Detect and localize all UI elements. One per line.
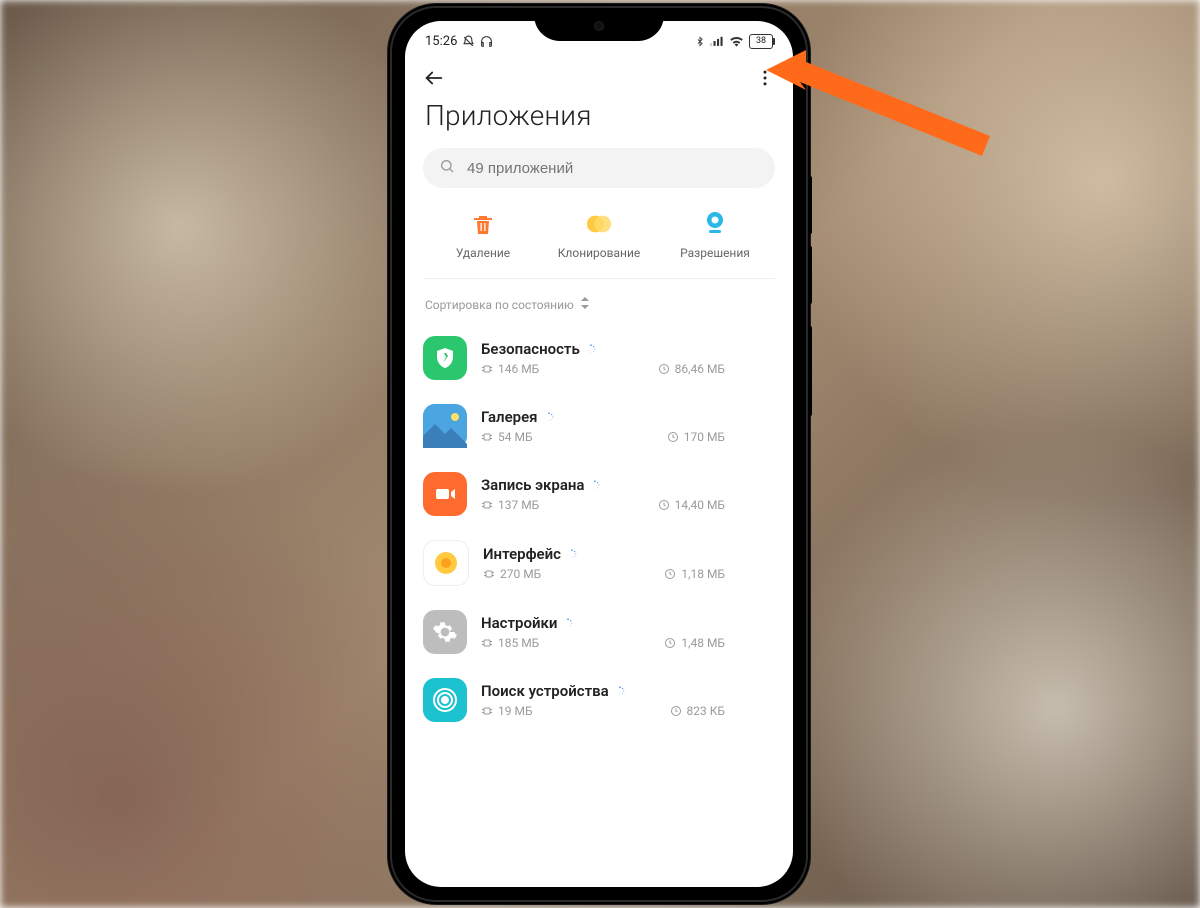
app-icon-settings [423,610,467,654]
search-icon [439,158,455,178]
clock-icon [664,568,676,580]
storage-size: 146 МБ [481,362,539,376]
more-options-button[interactable] [755,68,775,88]
app-icon-screenrec [423,472,467,516]
app-row-settings[interactable]: Настройки 185 МБ 1,48 МБ [423,598,775,666]
dnd-icon [462,35,475,48]
clone-icon [585,210,613,238]
sort-control[interactable]: Сортировка по состоянию [405,279,793,324]
chip-icon [481,431,493,443]
app-name-label: Галерея [481,408,538,426]
chip-icon [483,568,495,580]
data-size: 1,18 МБ [664,567,775,581]
loading-spinner-icon [563,618,573,628]
sort-arrows-icon [580,297,590,312]
loading-spinner-icon [544,412,554,422]
app-row-security[interactable]: Безопасность 146 МБ 86,46 МБ [423,324,775,392]
action-delete[interactable]: Удаление [426,210,541,260]
status-time: 15:26 [425,34,457,49]
storage-size: 54 МБ [481,430,533,444]
app-name-label: Безопасность [481,340,580,358]
chip-icon [481,499,493,511]
loading-spinner-icon [586,344,596,354]
storage-size: 270 МБ [483,567,541,581]
data-size: 86,46 МБ [658,362,775,376]
app-name-label: Поиск устройства [481,682,609,700]
page-title: Приложения [405,95,793,148]
app-name-label: Настройки [481,614,557,632]
app-icon-gallery [423,404,467,448]
app-row-screenrec[interactable]: Запись экрана 137 МБ 14,40 МБ [423,460,775,528]
phone-frame: 15:26 [390,6,808,902]
cellular-icon [710,35,724,47]
quick-actions: Удаление Клонирование Разрешения [405,188,793,278]
sort-label: Сортировка по состоянию [425,298,574,312]
permissions-icon [701,210,729,238]
app-row-find-device[interactable]: Поиск устройства 19 МБ 823 КБ [423,666,775,734]
loading-spinner-icon [615,686,625,696]
headphones-icon [480,35,493,48]
phone-screen: 15:26 [405,21,793,887]
volume-up-button [808,176,812,234]
search-bar[interactable] [423,148,775,188]
storage-size: 185 МБ [481,636,539,650]
volume-down-button [808,246,812,304]
battery-indicator: 38 [749,34,773,49]
search-input[interactable] [465,159,759,178]
loading-spinner-icon [567,549,577,559]
chip-icon [481,363,493,375]
loading-spinner-icon [590,480,600,490]
app-icon-interface [423,540,469,586]
data-size: 1,48 МБ [664,636,775,650]
app-icon-security [423,336,467,380]
data-size: 170 МБ [667,430,775,444]
clock-icon [658,363,670,375]
clock-icon [664,637,676,649]
clock-icon [658,499,670,511]
storage-size: 19 МБ [481,704,533,718]
app-name-label: Запись экрана [481,476,584,494]
data-size: 14,40 МБ [658,498,775,512]
app-name-label: Интерфейс [483,545,561,563]
display-notch [534,17,664,41]
chip-icon [481,637,493,649]
app-list: Безопасность 146 МБ 86,46 МБ Галерея [405,324,793,734]
trash-icon [469,210,497,238]
chip-icon [481,705,493,717]
wifi-icon [729,35,744,47]
app-icon-find-device [423,678,467,722]
action-delete-label: Удаление [456,246,510,260]
power-button [808,326,812,416]
clock-icon [667,431,679,443]
action-permissions[interactable]: Разрешения [658,210,773,260]
back-button[interactable] [423,67,445,89]
app-row-interface[interactable]: Интерфейс 270 МБ 1,18 МБ [423,528,775,598]
storage-size: 137 МБ [481,498,539,512]
app-header [405,53,793,95]
clock-icon [670,705,682,717]
app-row-gallery[interactable]: Галерея 54 МБ 170 МБ [423,392,775,460]
action-clone[interactable]: Клонирование [542,210,657,260]
bluetooth-icon [695,35,705,48]
data-size: 823 КБ [670,704,775,718]
action-permissions-label: Разрешения [680,246,750,260]
action-clone-label: Клонирование [558,246,641,260]
